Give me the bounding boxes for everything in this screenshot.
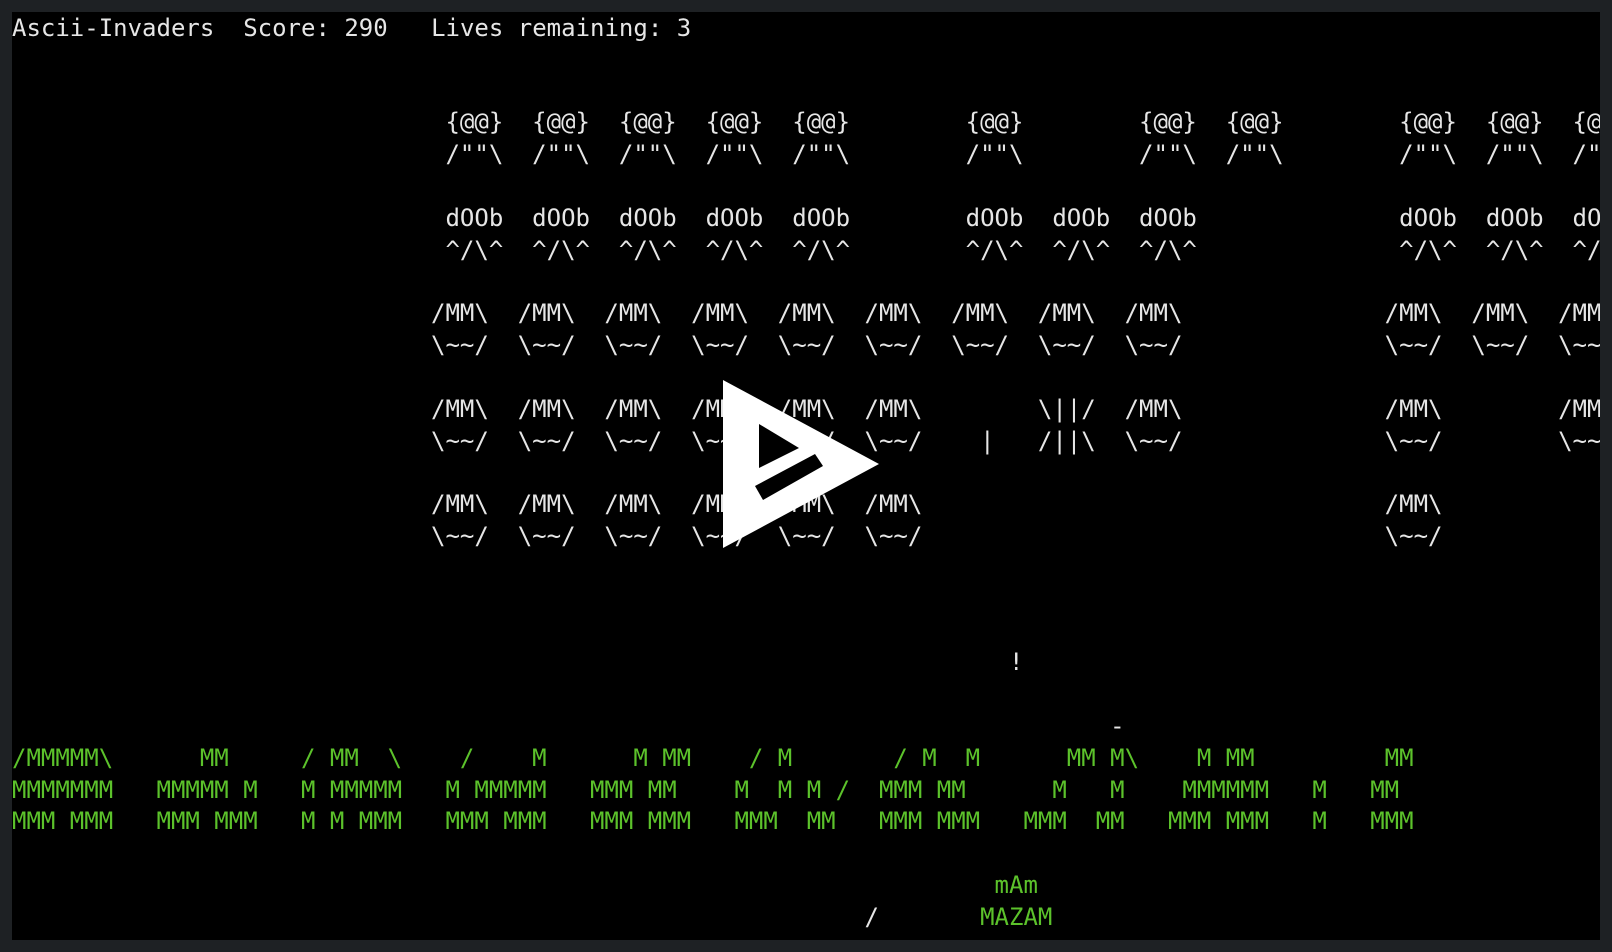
shield-row-top: /MMMMM\ MM / MM \ / M M MM / M / M M MM … (12, 744, 1414, 772)
shield-row-bottom: MMM MMM MMM MMM M M MMM MMM MMM MMM MMM … (12, 807, 1414, 835)
shield-row-middle: MMMMMMM MMMMM M M MMMMM M MMMMM MMM MM M… (12, 776, 1400, 804)
play-button[interactable] (711, 368, 891, 564)
player-cannon-top: mAm (12, 871, 1038, 899)
invader-row-top-legs: /""\ /""\ /""\ /""\ /""\ /""\ /""\ /""\ … (12, 140, 1600, 168)
invader-row-top-heads: {@@} {@@} {@@} {@@} {@@} {@@} {@@} {@@} … (12, 108, 1600, 136)
player-cannon-base: MAZAM (878, 903, 1053, 931)
score-value: 290 (344, 14, 388, 42)
invader-row-third-heads: /MM\ /MM\ /MM\ /MM\ /MM\ /MM\ /MM\ /MM\ … (12, 299, 1600, 327)
invader-row-second-heads: dOOb dOOb dOOb dOOb dOOb dOOb dOOb dOOb … (12, 204, 1600, 232)
game-title: Ascii-Invaders (12, 14, 215, 42)
player-cannon-bottom: / MAZAM (12, 901, 1053, 933)
lives-value: 3 (676, 14, 692, 42)
player-shot: - (12, 712, 1125, 740)
asciinema-play-icon (723, 380, 879, 548)
invader-bomb: ! (12, 648, 1024, 676)
score-label: Score: (243, 14, 330, 42)
falling-debris: / (12, 903, 879, 931)
status-bar: Ascii-Invaders Score: 290 Lives remainin… (12, 12, 691, 44)
invader-row-second-legs: ^/\^ ^/\^ ^/\^ ^/\^ ^/\^ ^/\^ ^/\^ ^/\^ … (12, 236, 1600, 264)
lives-label: Lives remaining: (431, 14, 663, 42)
invader-row-third-legs: \~~/ \~~/ \~~/ \~~/ \~~/ \~~/ \~~/ \~~/ … (12, 331, 1600, 359)
